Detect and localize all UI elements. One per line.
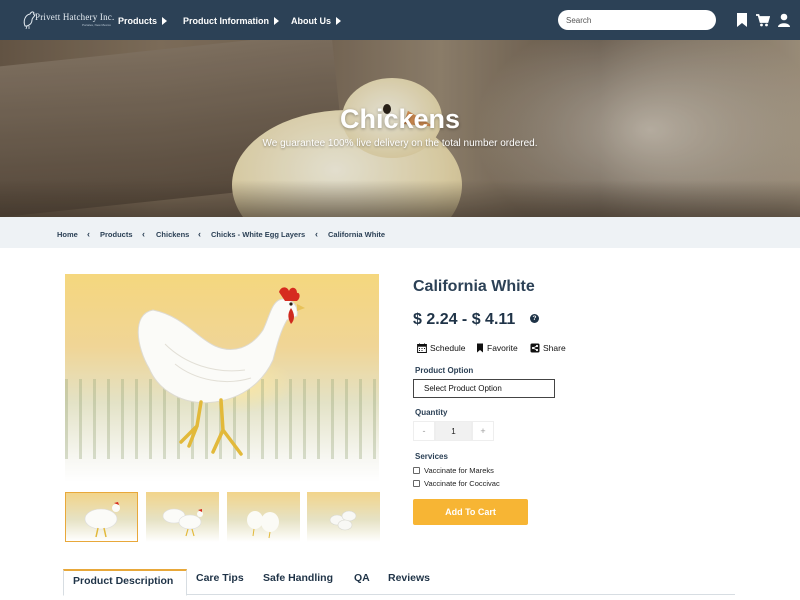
tab-product-description[interactable]: Product Description bbox=[63, 569, 187, 596]
favorite-label: Favorite bbox=[487, 343, 518, 353]
logo-rooster-icon bbox=[23, 11, 36, 29]
nav-about-us[interactable]: About Us bbox=[291, 14, 341, 28]
product-main-image[interactable] bbox=[65, 274, 379, 482]
schedule-label: Schedule bbox=[430, 343, 466, 353]
services-label: Services bbox=[415, 452, 448, 461]
share-label: Share bbox=[543, 343, 566, 353]
thumb-hens-icon bbox=[162, 508, 203, 537]
logo-text: Privett Hatchery Inc. bbox=[35, 12, 115, 22]
tab-care-tips[interactable]: Care Tips bbox=[196, 572, 244, 584]
logo[interactable]: Privett Hatchery Inc. Portales, New Mexi… bbox=[22, 9, 114, 29]
bookmark-icon bbox=[477, 343, 483, 353]
caret-right-icon bbox=[274, 17, 279, 25]
product-title: California White bbox=[413, 278, 535, 295]
breadcrumb-white-egg-layers[interactable]: Chicks - White Egg Layers bbox=[211, 230, 305, 239]
user-icon[interactable] bbox=[777, 12, 791, 28]
hero-subtitle: We guarantee 100% live delivery on the t… bbox=[262, 138, 538, 149]
product-thumbnail-2[interactable] bbox=[146, 492, 219, 542]
service-option-mareks[interactable]: Vaccinate for Mareks bbox=[413, 466, 494, 475]
chevron-left-icon: ‹ bbox=[315, 229, 318, 239]
quantity-label: Quantity bbox=[415, 408, 448, 417]
favorite-button[interactable]: Favorite bbox=[476, 343, 518, 353]
nav-products[interactable]: Products bbox=[118, 14, 168, 28]
nav-products-label: Products bbox=[118, 16, 158, 26]
logo-subtext: Portales, New Mexico bbox=[82, 23, 112, 27]
product-thumbnail-3[interactable] bbox=[227, 492, 300, 542]
caret-right-icon bbox=[336, 17, 341, 25]
chevron-left-icon: ‹ bbox=[87, 229, 90, 239]
mareks-checkbox[interactable] bbox=[413, 467, 420, 474]
quantity-decrement-button[interactable]: - bbox=[413, 421, 435, 441]
product-price: $ 2.24 - $ 4.11 bbox=[413, 311, 516, 328]
thumb-eggs-icon bbox=[329, 510, 357, 531]
hero-title: Chickens bbox=[339, 104, 461, 134]
tab-safe-handling[interactable]: Safe Handling bbox=[263, 572, 333, 584]
share-button[interactable]: Share bbox=[530, 343, 566, 353]
help-icon[interactable]: ? bbox=[530, 314, 539, 323]
add-to-cart-button[interactable]: Add To Cart bbox=[413, 499, 528, 525]
tab-qa[interactable]: QA bbox=[354, 572, 370, 584]
chevron-left-icon: ‹ bbox=[198, 229, 201, 239]
search-input[interactable] bbox=[558, 10, 716, 30]
chevron-left-icon: ‹ bbox=[142, 229, 145, 239]
product-option-select[interactable]: Select Product Option bbox=[413, 379, 555, 398]
mareks-label: Vaccinate for Mareks bbox=[424, 466, 494, 475]
coccivac-checkbox[interactable] bbox=[413, 480, 420, 487]
tab-reviews[interactable]: Reviews bbox=[388, 572, 430, 584]
nav-product-information[interactable]: Product Information bbox=[183, 14, 279, 28]
thumb-chicks-icon bbox=[247, 511, 279, 539]
thumb-hen-icon bbox=[84, 502, 120, 538]
product-option-label: Product Option bbox=[415, 366, 474, 375]
coccivac-label: Vaccinate for Coccivac bbox=[424, 479, 500, 488]
nav-product-information-label: Product Information bbox=[183, 16, 269, 26]
quantity-increment-button[interactable]: + bbox=[472, 421, 494, 441]
breadcrumb-chickens[interactable]: Chickens bbox=[156, 230, 189, 239]
schedule-button[interactable]: Schedule bbox=[417, 343, 465, 353]
service-option-coccivac[interactable]: Vaccinate for Coccivac bbox=[413, 479, 500, 488]
caret-right-icon bbox=[162, 17, 168, 25]
top-navbar: Privett Hatchery Inc. Portales, New Mexi… bbox=[0, 0, 800, 40]
quantity-input[interactable] bbox=[435, 421, 472, 441]
hen-illustration bbox=[137, 287, 305, 456]
product-thumbnail-1[interactable] bbox=[65, 492, 138, 542]
nav-about-us-label: About Us bbox=[291, 16, 331, 26]
product-thumbnail-4[interactable] bbox=[307, 492, 380, 542]
cart-icon[interactable] bbox=[756, 12, 770, 28]
breadcrumb-current: California White bbox=[328, 230, 386, 239]
share-icon bbox=[530, 343, 540, 353]
breadcrumb-products[interactable]: Products bbox=[100, 230, 133, 239]
calendar-icon bbox=[417, 343, 427, 353]
bookmark-icon[interactable] bbox=[735, 12, 749, 28]
breadcrumb-home[interactable]: Home bbox=[57, 230, 78, 239]
